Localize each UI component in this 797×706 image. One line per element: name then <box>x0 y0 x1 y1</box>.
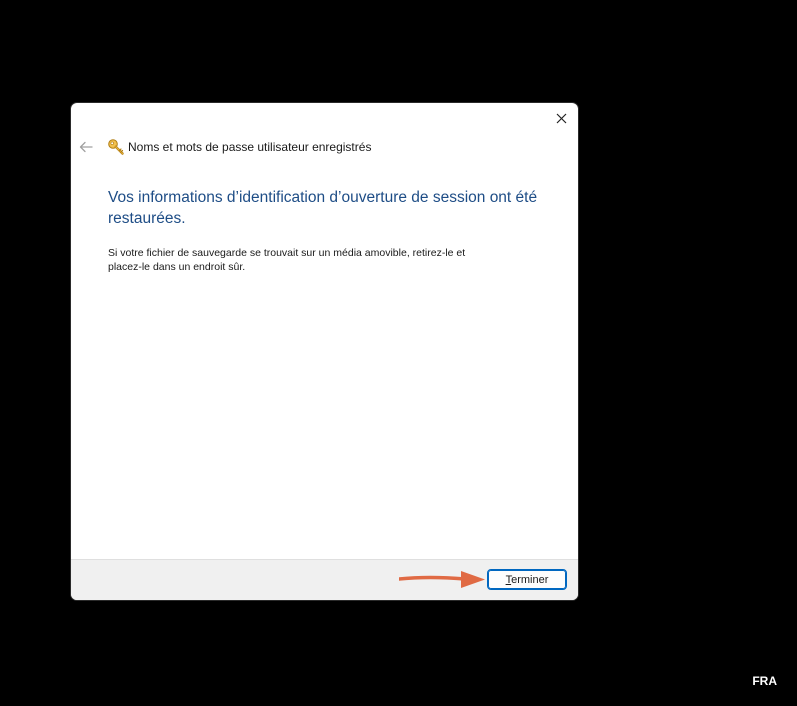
screen-background: Noms et mots de passe utilisateur enregi… <box>0 0 797 706</box>
restore-success-heading: Vos informations d’identification d’ouve… <box>108 189 538 227</box>
annotation-arrow-icon <box>399 571 485 588</box>
language-indicator[interactable]: FRA <box>752 674 777 688</box>
close-button[interactable] <box>550 107 572 129</box>
finish-button[interactable]: Terminer <box>487 569 567 590</box>
close-icon <box>556 113 566 123</box>
removable-media-message: Si votre fichier de sauvegarde se trouva… <box>108 247 466 273</box>
back-arrow-icon <box>79 141 93 153</box>
dialog-header: Noms et mots de passe utilisateur enregi… <box>78 137 371 157</box>
window-title: Noms et mots de passe utilisateur enregi… <box>128 140 372 154</box>
finish-button-label: Terminer <box>505 573 549 586</box>
saved-credentials-dialog: Noms et mots de passe utilisateur enregi… <box>71 103 578 600</box>
dialog-footer: Terminer <box>71 559 578 600</box>
key-icon <box>107 138 125 156</box>
back-button[interactable] <box>78 139 94 155</box>
